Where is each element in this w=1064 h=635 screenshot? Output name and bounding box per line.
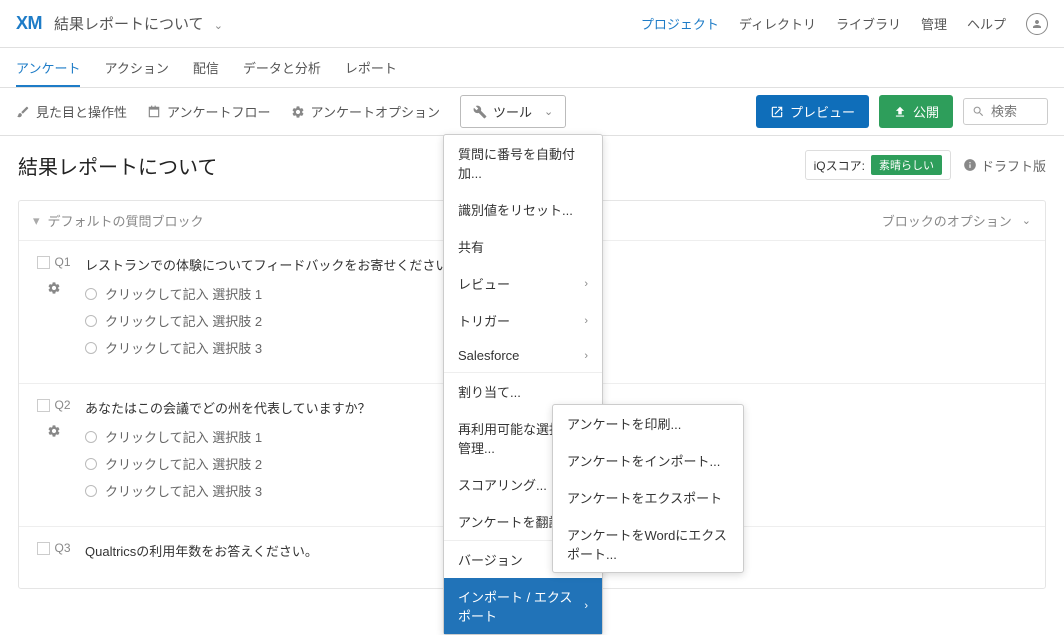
draft-label: ドラフト版 [981, 156, 1046, 175]
sub-export-word[interactable]: アンケートをWordにエクスポート... [553, 516, 743, 572]
chevron-right-icon: › [584, 600, 588, 612]
publish-label: 公開 [913, 102, 939, 121]
main-tabs: アンケート アクション 配信 データと分析 レポート [0, 48, 1064, 88]
question-left: Q1 [33, 255, 75, 365]
sub-import[interactable]: アンケートをインポート... [553, 442, 743, 479]
dd-salesforce[interactable]: Salesforce› [444, 339, 602, 372]
dd-review[interactable]: レビュー› [444, 265, 602, 302]
dd-import-export[interactable]: インポート / エクスポート› [444, 578, 602, 634]
tab-survey[interactable]: アンケート [16, 58, 80, 87]
survey-flow-button[interactable]: アンケートフロー [147, 102, 270, 121]
survey-flow-label: アンケートフロー [167, 102, 270, 121]
draft-version[interactable]: ドラフト版 [963, 156, 1046, 175]
chevron-right-icon: › [584, 350, 588, 362]
radio-icon [85, 315, 97, 327]
chevron-down-icon: ⌄ [544, 105, 553, 118]
iq-value: 素晴らしい [871, 155, 942, 175]
upload-icon [893, 105, 907, 119]
question-number: Q2 [37, 398, 70, 412]
import-export-submenu: アンケートを印刷... アンケートをインポート... アンケートをエクスポート … [552, 404, 744, 573]
toolbar-right: プレビュー 公開 [756, 95, 1048, 128]
search-box[interactable] [963, 98, 1048, 125]
nav-link-projects[interactable]: プロジェクト [641, 14, 719, 33]
look-and-feel-button[interactable]: 見た目と操作性 [16, 102, 127, 121]
radio-icon [85, 288, 97, 300]
radio-icon [85, 342, 97, 354]
question-left: Q2 [33, 398, 75, 508]
info-icon [963, 158, 977, 172]
search-input[interactable] [991, 104, 1039, 119]
tools-label: ツール [493, 102, 532, 121]
user-avatar-icon[interactable] [1026, 13, 1048, 35]
tab-distribute[interactable]: 配信 [193, 58, 219, 87]
chevron-down-icon: ⌄ [1022, 214, 1031, 227]
survey-options-label: アンケートオプション [311, 102, 440, 121]
wrench-icon [473, 105, 487, 119]
survey-options-button[interactable]: アンケートオプション [291, 102, 440, 121]
logo[interactable]: XM [16, 13, 42, 34]
tab-reports[interactable]: レポート [345, 58, 397, 87]
iq-score-badge[interactable]: iQスコア: 素晴らしい [805, 150, 951, 180]
preview-icon [770, 105, 784, 119]
question-number: Q3 [37, 541, 70, 555]
question-left: Q3 [33, 541, 75, 570]
top-header: XM 結果レポートについて ⌄ プロジェクト ディレクトリ ライブラリ 管理 ヘ… [0, 0, 1064, 48]
dd-share[interactable]: 共有 [444, 228, 602, 265]
block-title: デフォルトの質問ブロック [48, 211, 204, 230]
flow-icon [147, 105, 161, 119]
question-checkbox[interactable] [37, 256, 50, 269]
radio-icon [85, 431, 97, 443]
gear-icon[interactable] [47, 424, 61, 438]
nav-link-directory[interactable]: ディレクトリ [739, 14, 816, 33]
question-checkbox[interactable] [37, 542, 50, 555]
block-options-label: ブロックのオプション [882, 211, 1012, 230]
dd-auto-number[interactable]: 質問に番号を自動付加... [444, 135, 602, 191]
look-and-feel-label: 見た目と操作性 [36, 102, 127, 121]
iq-label: iQスコア: [814, 157, 865, 174]
nav-link-admin[interactable]: 管理 [921, 14, 947, 33]
question-checkbox[interactable] [37, 399, 50, 412]
chevron-right-icon: › [584, 278, 588, 290]
block-options-button[interactable]: ブロックのオプション ⌄ [882, 211, 1031, 230]
sub-export[interactable]: アンケートをエクスポート [553, 479, 743, 516]
content-title: 結果レポートについて [18, 151, 217, 180]
dd-reset-ids[interactable]: 識別値をリセット... [444, 191, 602, 228]
publish-button[interactable]: 公開 [879, 95, 953, 128]
brush-icon [16, 105, 30, 119]
radio-icon [85, 485, 97, 497]
gear-icon[interactable] [47, 281, 61, 295]
toolbar: 見た目と操作性 アンケートフロー アンケートオプション ツール ⌄ 質問に番号を… [0, 88, 1064, 136]
chevron-down-icon: ⌄ [214, 20, 223, 32]
sub-print[interactable]: アンケートを印刷... [553, 405, 743, 442]
chevron-right-icon: › [584, 315, 588, 327]
question-number: Q1 [37, 255, 70, 269]
page-title[interactable]: 結果レポートについて ⌄ [54, 13, 223, 34]
content-head-right: iQスコア: 素晴らしい ドラフト版 [805, 150, 1046, 180]
tools-dropdown-button[interactable]: ツール ⌄ 質問に番号を自動付加... 識別値をリセット... 共有 レビュー›… [460, 95, 566, 128]
tab-actions[interactable]: アクション [104, 58, 168, 87]
preview-label: プレビュー [790, 102, 855, 121]
header-right: プロジェクト ディレクトリ ライブラリ 管理 ヘルプ [641, 13, 1048, 35]
radio-icon [85, 458, 97, 470]
tab-data[interactable]: データと分析 [243, 58, 321, 87]
gear-icon [291, 105, 305, 119]
page-title-text: 結果レポートについて [54, 16, 204, 33]
preview-button[interactable]: プレビュー [756, 95, 869, 128]
nav-link-help[interactable]: ヘルプ [967, 14, 1006, 33]
nav-link-library[interactable]: ライブラリ [836, 14, 901, 33]
block-collapse-icon[interactable]: ▾ [33, 213, 40, 229]
dd-trigger[interactable]: トリガー› [444, 302, 602, 339]
search-icon [972, 105, 985, 118]
